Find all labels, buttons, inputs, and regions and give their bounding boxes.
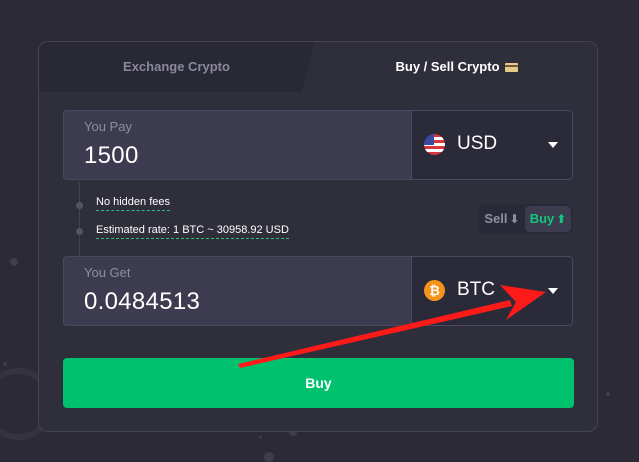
tab-bar: Exchange Crypto Buy / Sell Crypto [39, 42, 597, 94]
sell-toggle-label: Sell [484, 211, 508, 226]
pay-currency-code: USD [457, 133, 498, 154]
us-flag-icon [424, 134, 445, 155]
info-connector-line [79, 182, 80, 256]
buy-button[interactable]: Buy [63, 358, 574, 408]
pay-currency-select[interactable]: USD [411, 111, 572, 179]
sell-toggle-button[interactable]: Sell ⬇ [479, 204, 525, 234]
you-pay-label: You Pay [84, 119, 132, 134]
background-dot [259, 436, 262, 439]
background-dot [10, 258, 18, 266]
bitcoin-icon: ₿ [424, 280, 445, 301]
info-bullet [76, 202, 83, 209]
buy-sell-toggle: Sell ⬇ Buy ⬆ [479, 204, 573, 234]
tab-buysell-label: Buy / Sell Crypto [395, 59, 500, 74]
chevron-down-icon[interactable] [548, 142, 558, 148]
tab-exchange-label: Exchange Crypto [123, 59, 230, 74]
buy-toggle-label: Buy [529, 211, 555, 226]
chevron-down-icon[interactable] [548, 288, 558, 294]
tab-buy-sell-crypto[interactable]: Buy / Sell Crypto [314, 42, 597, 92]
buy-toggle-button[interactable]: Buy ⬆ [525, 206, 571, 232]
credit-card-icon [504, 63, 518, 72]
you-get-label: You Get [84, 265, 131, 280]
estimated-rate-text[interactable]: Estimated rate: 1 BTC ~ 30958.92 USD [96, 224, 289, 239]
background-dot [3, 362, 7, 366]
you-get-field: You Get 0.0484513 ₿ BTC [63, 256, 573, 326]
arrow-up-icon: ⬆ [556, 212, 567, 226]
you-pay-field: You Pay 1500 USD [63, 110, 573, 180]
arrow-down-icon: ⬇ [509, 212, 520, 226]
no-hidden-fees-link[interactable]: No hidden fees [96, 196, 170, 211]
get-currency-select[interactable]: ₿ BTC [411, 257, 572, 325]
exchange-widget: Exchange Crypto Buy / Sell Crypto You Pa… [38, 41, 598, 432]
get-currency-code: BTC [457, 279, 495, 300]
info-bullet [76, 228, 83, 235]
you-get-amount-input[interactable]: 0.0484513 [84, 288, 200, 316]
background-dot [606, 392, 610, 396]
tab-exchange-crypto[interactable]: Exchange Crypto [39, 42, 314, 92]
you-pay-amount-input[interactable]: 1500 [84, 142, 139, 170]
